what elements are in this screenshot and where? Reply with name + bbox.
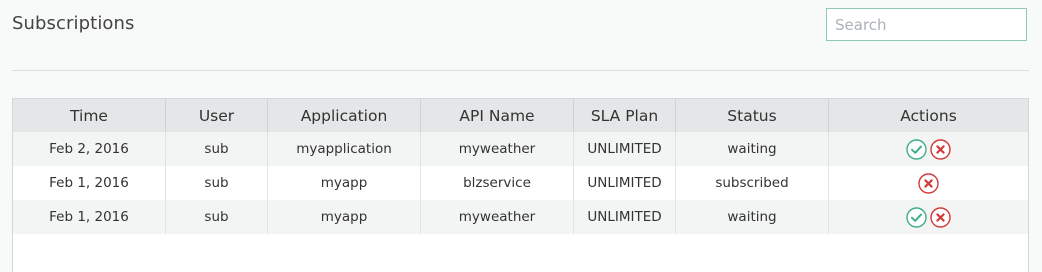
column-header-sla-plan[interactable]: SLA Plan: [573, 99, 676, 132]
column-header-api-name[interactable]: API Name: [420, 99, 574, 132]
table-row: Feb 2, 2016 sub myapplication myweather …: [13, 132, 1028, 166]
cell-api-name: myweather: [420, 132, 574, 166]
cell-time: Feb 1, 2016: [13, 166, 166, 200]
search-input[interactable]: [826, 8, 1027, 41]
cell-time: Feb 2, 2016: [13, 132, 166, 166]
cell-api-name: blzservice: [420, 166, 574, 200]
cell-api-name: myweather: [420, 200, 574, 234]
table-row: Feb 1, 2016 sub myapp myweather UNLIMITE…: [13, 200, 1028, 234]
column-header-actions: Actions: [828, 99, 1028, 132]
cell-actions: [828, 200, 1028, 234]
reject-icon[interactable]: [918, 172, 939, 194]
cell-sla-plan: UNLIMITED: [573, 166, 676, 200]
column-header-user[interactable]: User: [165, 99, 268, 132]
cell-actions: [828, 132, 1028, 166]
cell-status: waiting: [675, 200, 829, 234]
cell-application: myapp: [267, 166, 421, 200]
cell-status: subscribed: [675, 166, 829, 200]
cell-user: sub: [165, 132, 268, 166]
cell-time: Feb 1, 2016: [13, 200, 166, 234]
cell-application: myapplication: [267, 132, 421, 166]
cell-user: sub: [165, 166, 268, 200]
reject-icon[interactable]: [930, 206, 951, 228]
approve-icon[interactable]: [906, 206, 927, 228]
subscriptions-table-container: Time User Application API Name SLA Plan …: [12, 98, 1029, 272]
column-header-application[interactable]: Application: [267, 99, 421, 132]
table-header-row: Time User Application API Name SLA Plan …: [13, 99, 1028, 132]
divider: [12, 70, 1029, 71]
cell-sla-plan: UNLIMITED: [573, 200, 676, 234]
column-header-time[interactable]: Time: [13, 99, 166, 132]
table-row: Feb 1, 2016 sub myapp blzservice UNLIMIT…: [13, 166, 1028, 200]
subscriptions-table: Time User Application API Name SLA Plan …: [13, 99, 1028, 234]
page-title: Subscriptions: [12, 13, 135, 34]
subscriptions-page: Subscriptions Time User Application API …: [0, 0, 1042, 272]
column-header-status[interactable]: Status: [675, 99, 829, 132]
cell-status: waiting: [675, 132, 829, 166]
cell-sla-plan: UNLIMITED: [573, 132, 676, 166]
cell-application: myapp: [267, 200, 421, 234]
approve-icon[interactable]: [906, 138, 927, 160]
reject-icon[interactable]: [930, 138, 951, 160]
cell-user: sub: [165, 200, 268, 234]
cell-actions: [828, 166, 1028, 200]
